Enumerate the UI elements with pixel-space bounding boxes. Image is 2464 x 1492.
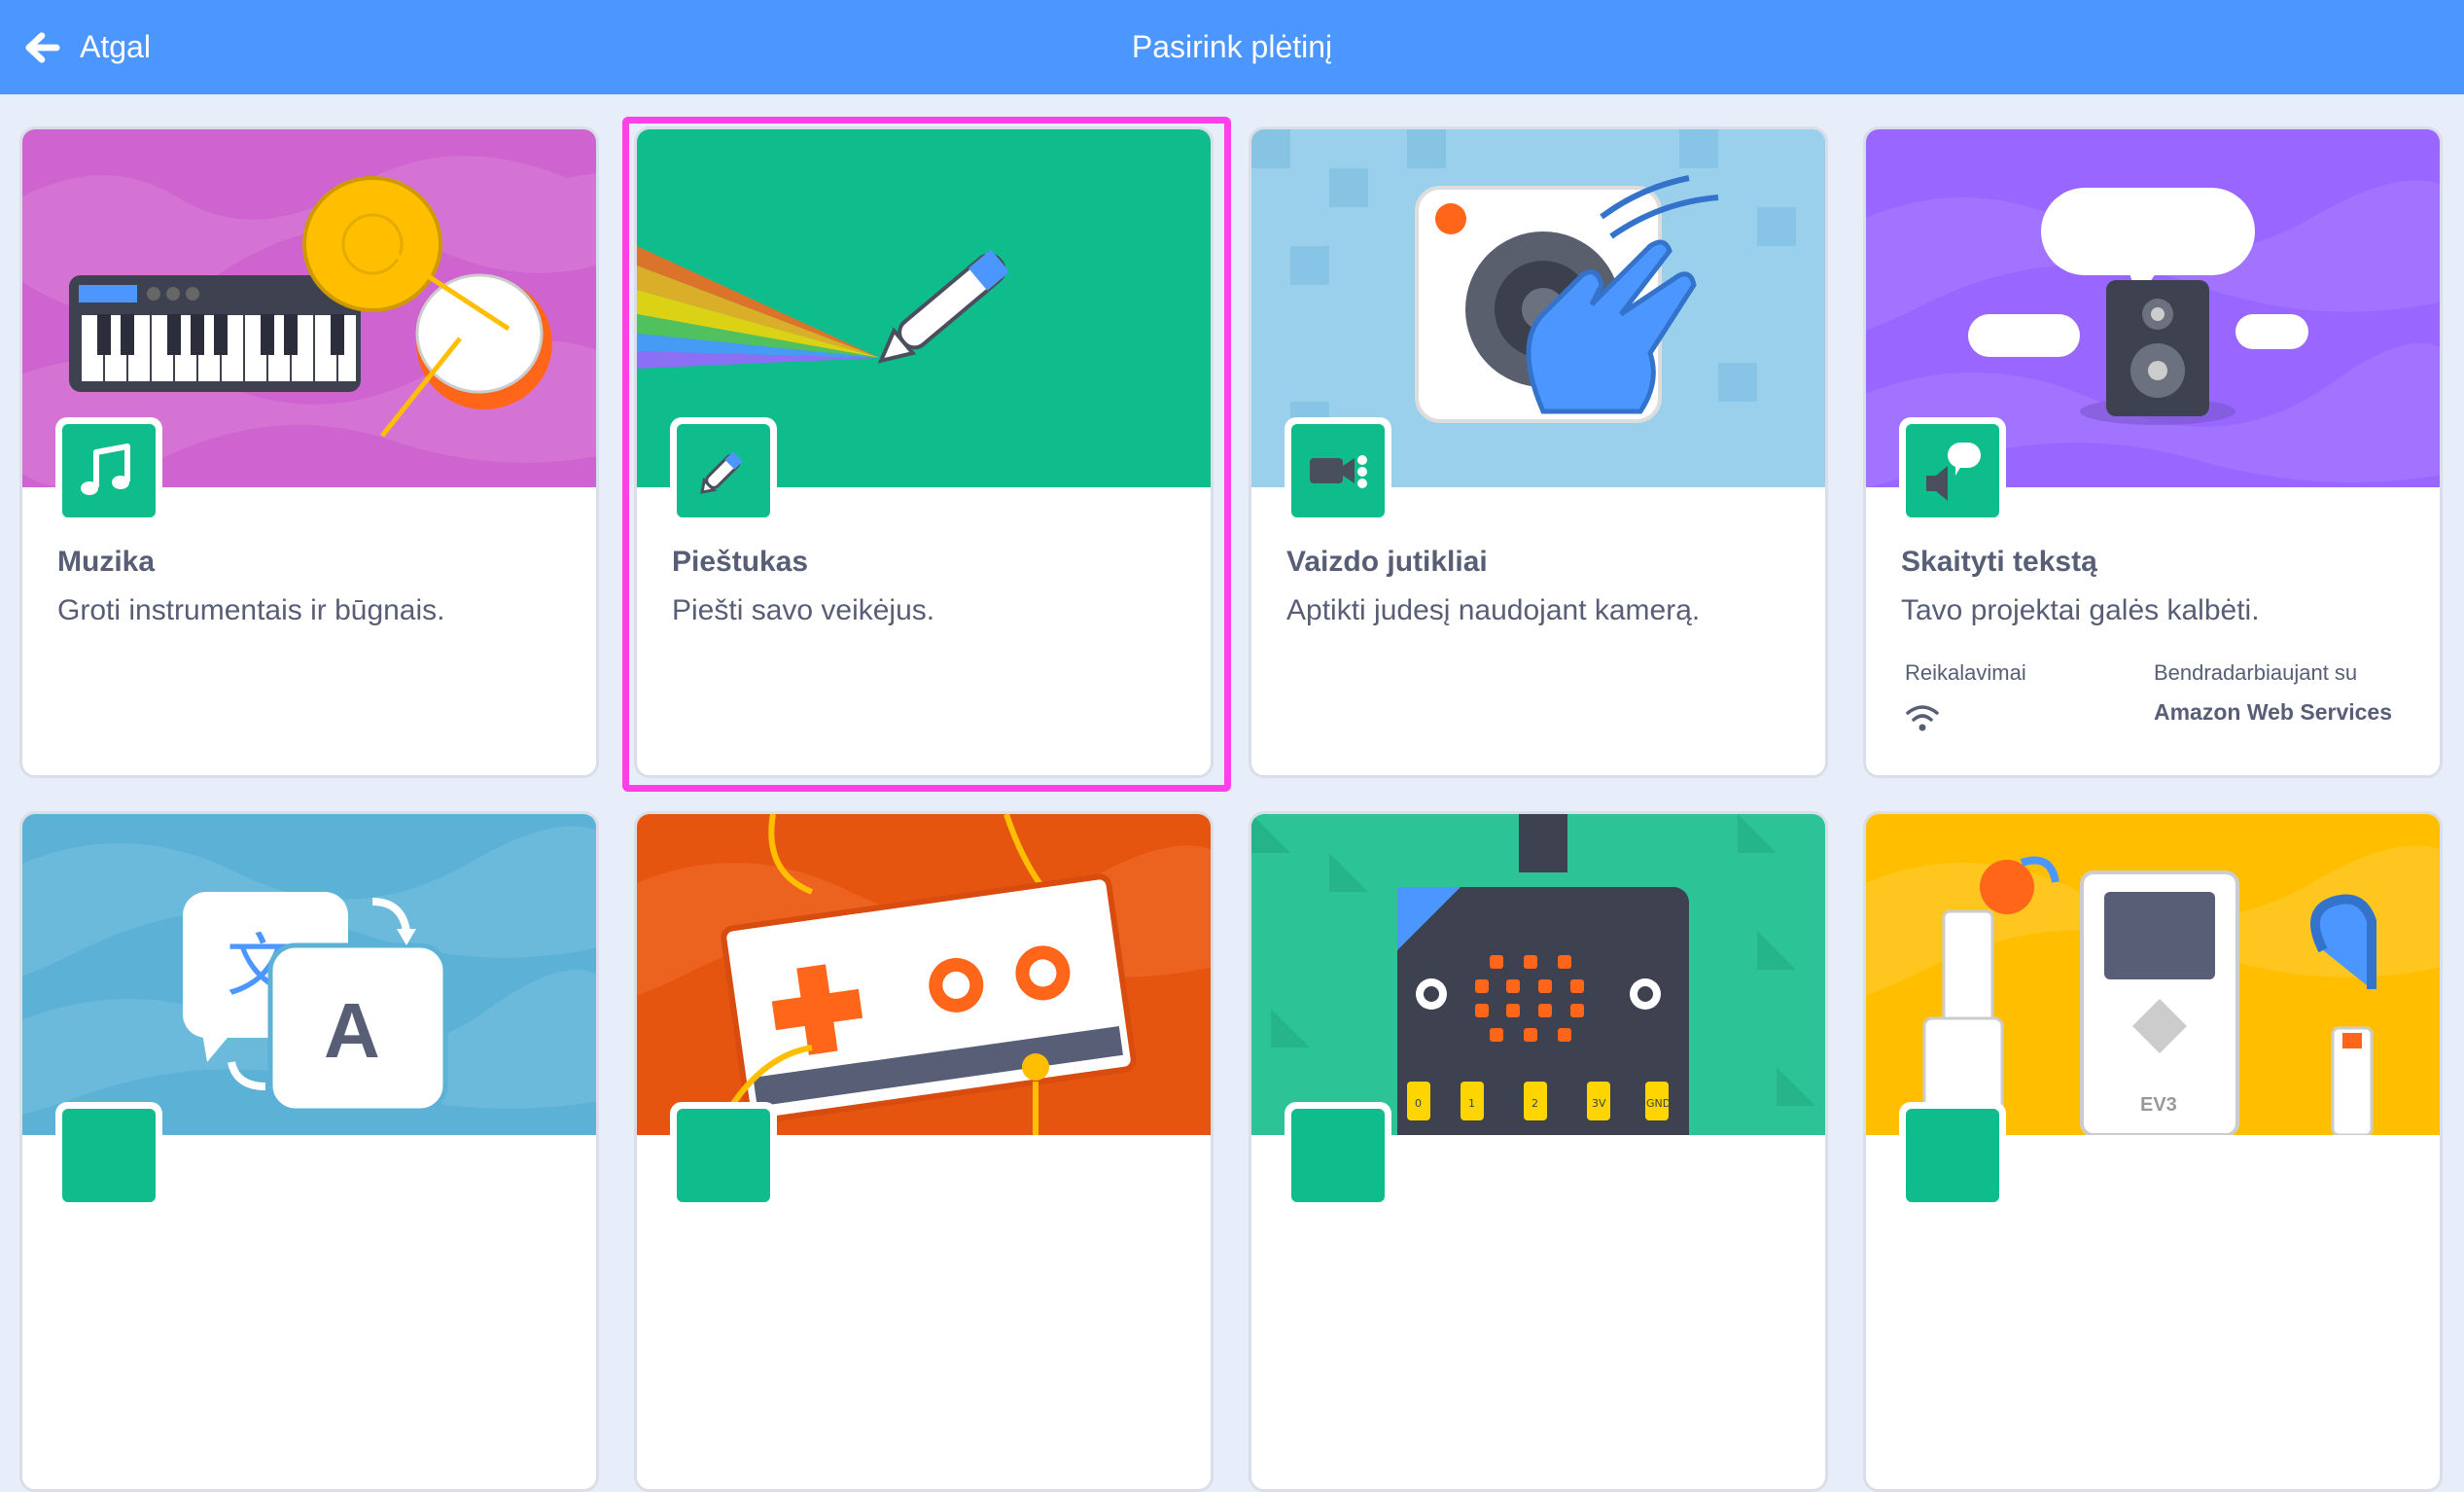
extension-title: Pieštukas bbox=[672, 546, 809, 578]
requirements-label: Reikalavimai bbox=[1905, 660, 2026, 685]
video-sensing-icon-box bbox=[1285, 417, 1391, 524]
ev3-icon-box bbox=[1899, 1102, 2006, 1209]
collaborator-name: Amazon Web Services bbox=[2154, 699, 2393, 725]
extension-description: Groti instrumentais ir būgnais. bbox=[57, 594, 445, 626]
text-to-speech-icon bbox=[1926, 443, 1981, 501]
extension-card-lego-ev3[interactable]: EV3 bbox=[1863, 811, 2443, 1492]
translate-icon-box bbox=[55, 1102, 162, 1209]
extension-description: Tavo projektai galės kalbėti. bbox=[1901, 594, 2260, 626]
extension-title: Vaizdo jutikliai bbox=[1286, 546, 1488, 578]
pen-icon bbox=[700, 451, 743, 494]
extension-card-translate[interactable]: 文 A bbox=[19, 811, 599, 1492]
microbit-pin-label: 3V bbox=[1592, 1097, 1606, 1110]
collaboration-label: Bendradarbiaujant su bbox=[2154, 660, 2358, 685]
makey-makey-icon-box bbox=[670, 1102, 777, 1209]
microbit-pin-label: 0 bbox=[1415, 1097, 1422, 1110]
header-bar: Atgal Pasirink plėtinį bbox=[0, 0, 2464, 94]
page-title: Pasirink plėtinį bbox=[1131, 29, 1333, 64]
ev3-label: EV3 bbox=[2140, 1094, 2177, 1116]
music-notes-icon bbox=[81, 444, 130, 495]
extension-card-makey-makey[interactable] bbox=[634, 811, 1214, 1492]
music-icon-box bbox=[55, 417, 162, 524]
text-to-speech-icon-box bbox=[1899, 417, 2006, 524]
extension-title: Muzika bbox=[57, 546, 156, 578]
video-sensing-icon bbox=[1310, 455, 1367, 488]
microbit-icon-box bbox=[1285, 1102, 1391, 1209]
microbit-pin-label: GND bbox=[1646, 1097, 1671, 1110]
extension-card-video-sensing[interactable]: Vaizdo jutikliai Aptikti judesį naudojan… bbox=[1249, 126, 1828, 778]
extension-description: Aptikti judesį naudojant kamerą. bbox=[1286, 594, 1701, 626]
extension-card-pen[interactable]: Pieštukas Piešti savo veikėjus. bbox=[634, 126, 1214, 778]
wifi-icon bbox=[1906, 705, 1939, 731]
extension-card-music[interactable]: Muzika Groti instrumentais ir būgnais. bbox=[19, 126, 599, 778]
extension-description: Piešti savo veikėjus. bbox=[672, 594, 935, 626]
extension-card-microbit[interactable]: 0 1 2 3V GND bbox=[1249, 811, 1828, 1492]
microbit-pin-label: 2 bbox=[1531, 1097, 1538, 1110]
translate-target-glyph: A bbox=[324, 987, 380, 1074]
extension-card-text-to-speech[interactable]: Skaityti tekstą Tavo projektai galės kal… bbox=[1863, 126, 2443, 778]
extension-title: Skaityti tekstą bbox=[1901, 546, 2097, 578]
microbit-pin-label: 1 bbox=[1468, 1097, 1475, 1110]
pen-icon-box bbox=[670, 417, 777, 524]
